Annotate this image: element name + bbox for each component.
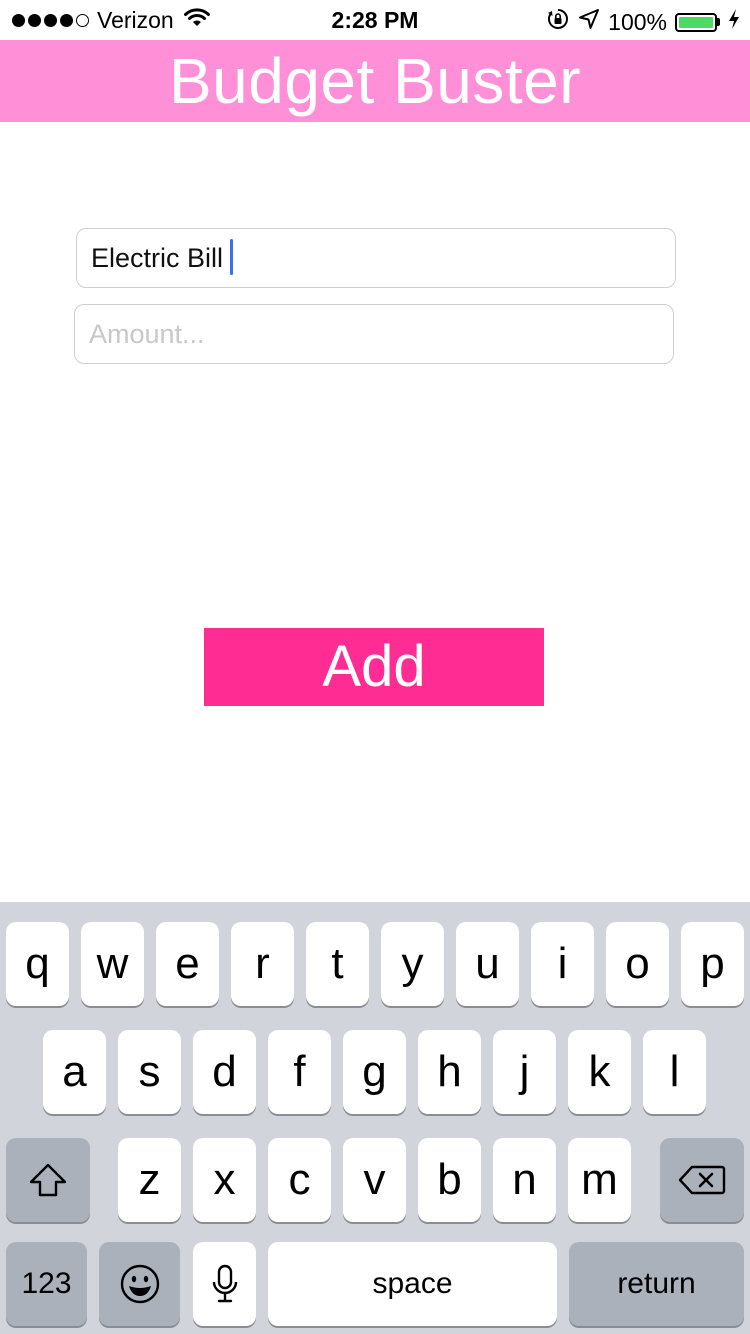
key-j[interactable]: j	[493, 1030, 556, 1114]
shift-key[interactable]	[6, 1138, 90, 1222]
key-y[interactable]: y	[381, 922, 444, 1006]
emoji-icon	[119, 1263, 161, 1305]
key-o[interactable]: o	[606, 922, 669, 1006]
battery-percentage: 100%	[608, 8, 667, 35]
key-z[interactable]: z	[118, 1138, 181, 1222]
key-a[interactable]: a	[43, 1030, 106, 1114]
key-c[interactable]: c	[268, 1138, 331, 1222]
key-w[interactable]: w	[81, 922, 144, 1006]
key-m[interactable]: m	[568, 1138, 631, 1222]
app-title: Budget Buster	[168, 45, 582, 117]
charging-bolt-icon	[728, 8, 740, 36]
expense-name-input[interactable]	[76, 228, 676, 288]
key-h[interactable]: h	[418, 1030, 481, 1114]
delete-icon	[678, 1164, 726, 1196]
numbers-key[interactable]: 123	[6, 1242, 87, 1326]
status-bar: Verizon 2:28 PM 100%	[0, 0, 750, 40]
key-f[interactable]: f	[268, 1030, 331, 1114]
key-l[interactable]: l	[643, 1030, 706, 1114]
key-n[interactable]: n	[493, 1138, 556, 1222]
key-g[interactable]: g	[343, 1030, 406, 1114]
emoji-key[interactable]	[99, 1242, 180, 1326]
dictation-key[interactable]	[193, 1242, 256, 1326]
battery-icon	[675, 12, 720, 32]
keyboard: q w e r t y u i o p a s d f g h j k l z …	[0, 902, 750, 1334]
key-t[interactable]: t	[306, 922, 369, 1006]
key-v[interactable]: v	[343, 1138, 406, 1222]
space-key[interactable]: space	[268, 1242, 557, 1326]
key-q[interactable]: q	[6, 922, 69, 1006]
delete-key[interactable]	[660, 1138, 744, 1222]
key-e[interactable]: e	[156, 922, 219, 1006]
microphone-icon	[211, 1264, 239, 1304]
key-d[interactable]: d	[193, 1030, 256, 1114]
shift-icon	[28, 1162, 68, 1198]
key-b[interactable]: b	[418, 1138, 481, 1222]
add-button[interactable]: Add	[204, 628, 544, 706]
text-cursor	[230, 239, 233, 275]
return-key[interactable]: return	[569, 1242, 744, 1326]
key-x[interactable]: x	[193, 1138, 256, 1222]
key-s[interactable]: s	[118, 1030, 181, 1114]
status-right: 100%	[546, 7, 740, 37]
key-u[interactable]: u	[456, 922, 519, 1006]
orientation-lock-icon	[546, 7, 570, 37]
key-r[interactable]: r	[231, 922, 294, 1006]
key-i[interactable]: i	[531, 922, 594, 1006]
key-k[interactable]: k	[568, 1030, 631, 1114]
location-arrow-icon	[578, 8, 600, 36]
amount-input[interactable]	[74, 304, 674, 364]
app-header: Budget Buster	[0, 40, 750, 122]
key-p[interactable]: p	[681, 922, 744, 1006]
